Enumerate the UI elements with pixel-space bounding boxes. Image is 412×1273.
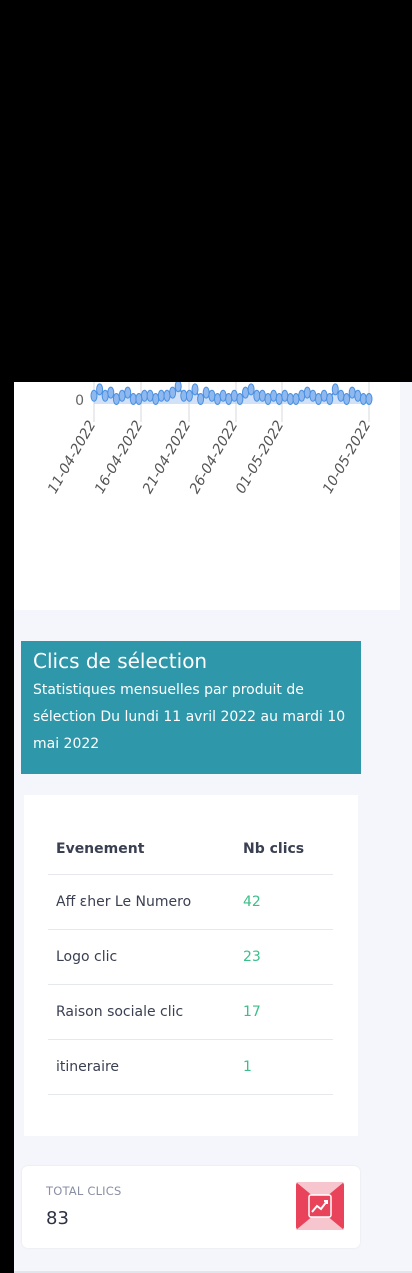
black-top-area (0, 0, 412, 382)
data-point (101, 389, 109, 402)
table-row: Raison sociale clic 17 (48, 984, 333, 1040)
data-point (163, 389, 171, 402)
x-tick-label: 01-05-2022 (233, 418, 288, 497)
data-point (214, 393, 221, 405)
selection-title: Clics de sélection (33, 649, 208, 673)
data-point (348, 386, 356, 399)
data-point (326, 393, 334, 405)
data-point (219, 389, 227, 402)
x-tick-label: 16-04-2022 (92, 418, 147, 497)
data-point (208, 389, 216, 402)
data-point (365, 393, 373, 405)
chart-trend-icon (296, 1182, 344, 1230)
data-point (247, 383, 255, 396)
clicks-line-chart: 0 11-04-202216-04-202221-04-202226-04-202… (45, 382, 375, 497)
clicks-cell: 42 (235, 874, 333, 930)
data-point (236, 393, 244, 405)
header-clicks: Nb clics (235, 824, 333, 875)
event-cell: Raison sociale clic (48, 984, 235, 1040)
table-row: itineraire 1 (48, 1039, 333, 1095)
data-point (202, 386, 210, 399)
table-row: Logo clic 23 (48, 929, 333, 985)
data-point (112, 393, 120, 405)
header-event: Evenement (48, 824, 235, 875)
x-tick-label: 10-05-2022 (320, 418, 375, 497)
data-point (169, 386, 177, 399)
table-row: Aff ɛher Le Numero 42 (48, 874, 333, 930)
data-point (354, 389, 362, 402)
data-point (124, 386, 132, 399)
data-point (331, 383, 339, 396)
data-point (230, 389, 238, 402)
data-point (315, 393, 322, 405)
clicks-table-card: Evenement Nb clics Aff ɛher Le Numero 42… (24, 795, 358, 1136)
data-point (118, 389, 126, 402)
data-point (264, 393, 272, 405)
x-tick-label: 11-04-2022 (45, 418, 100, 497)
data-point (275, 393, 283, 405)
data-point (309, 389, 317, 402)
clicks-cell: 1 (235, 1039, 333, 1095)
data-point (281, 389, 289, 402)
data-point (157, 389, 165, 402)
data-point (337, 389, 345, 402)
data-point (298, 389, 306, 402)
event-cell: Aff ɛher Le Numero (48, 874, 235, 930)
total-value: 83 (46, 1208, 69, 1229)
clicks-cell: 17 (235, 984, 333, 1040)
data-point (292, 393, 300, 405)
data-point (343, 393, 351, 405)
data-point (303, 386, 311, 399)
x-tick-label: 26-04-2022 (187, 418, 242, 497)
total-clicks-card: TOTAL CLICS 83 (22, 1166, 360, 1248)
data-point (191, 383, 199, 396)
event-cell: Logo clic (48, 929, 235, 985)
left-black-strip (0, 382, 14, 1273)
data-point (320, 389, 328, 402)
data-point (242, 386, 249, 399)
y-tick-label: 0 (75, 393, 84, 409)
data-point (225, 393, 233, 405)
selection-header: Clics de sélection Statistiques mensuell… (21, 641, 361, 774)
total-label: TOTAL CLICS (46, 1184, 122, 1198)
data-point (96, 383, 104, 396)
data-point (152, 393, 160, 405)
x-tick-label: 21-04-2022 (140, 418, 195, 497)
data-point (107, 386, 115, 399)
table-header-row: Evenement Nb clics (48, 824, 333, 875)
data-point (135, 393, 143, 405)
data-point (174, 382, 182, 393)
clicks-table: Evenement Nb clics Aff ɛher Le Numero 42… (48, 824, 333, 1095)
data-point (258, 389, 266, 402)
selection-subtitle: Statistiques mensuelles par produit de s… (33, 682, 346, 752)
clicks-cell: 23 (235, 929, 333, 985)
data-point (90, 389, 98, 402)
data-point (185, 389, 193, 402)
event-cell: itineraire (48, 1039, 235, 1095)
data-point (270, 389, 278, 402)
data-point (197, 393, 205, 405)
chart-card: 0 11-04-2022 16-04-2022 21-04-2022 26-04-202… (14, 382, 400, 610)
data-point (146, 389, 154, 402)
